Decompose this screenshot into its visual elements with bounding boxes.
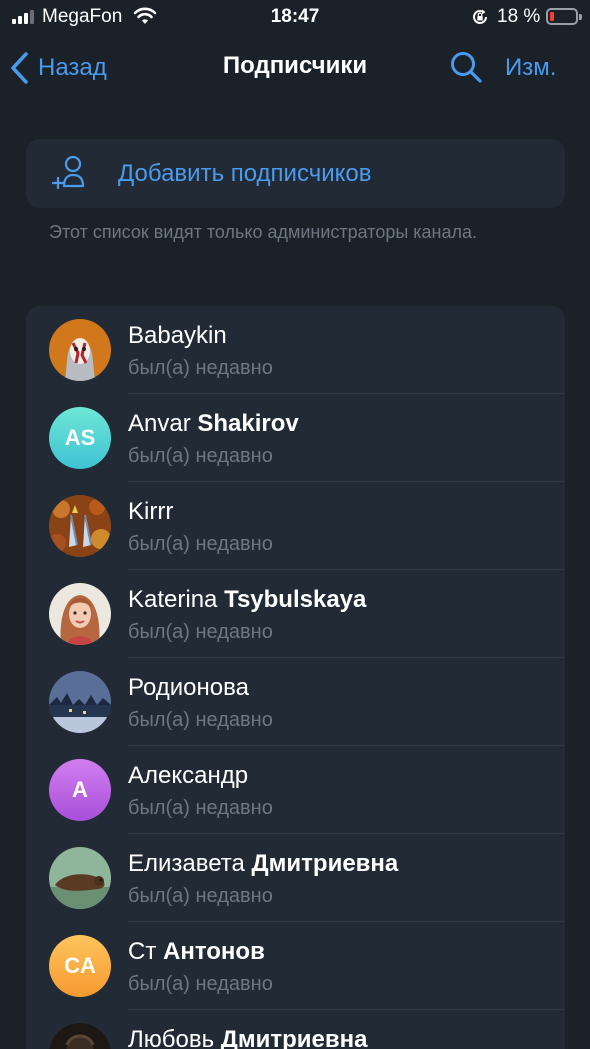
subscriber-name: Anvar Shakirov xyxy=(128,410,299,437)
avatar: AS xyxy=(49,407,111,469)
subscriber-status: был(а) недавно xyxy=(128,357,273,379)
subscriber-name: Babaykin xyxy=(128,322,227,349)
add-user-icon xyxy=(52,155,85,190)
subscriber-status: был(а) недавно xyxy=(128,445,273,467)
subscriber-status: был(а) недавно xyxy=(128,709,273,731)
avatar xyxy=(49,847,111,909)
avatar xyxy=(49,495,111,557)
nav-bar: Назад Подписчики Изм. xyxy=(0,40,590,96)
page-title: Подписчики xyxy=(222,52,368,79)
avatar: CA xyxy=(49,935,111,997)
subscriber-status: был(а) недавно xyxy=(128,973,273,995)
subscriber-name: Родионова xyxy=(128,674,249,701)
status-bar: MegaFon 18:47 18 % xyxy=(0,0,590,34)
avatar xyxy=(49,583,111,645)
subscriber-name: Katerina Tsybulskaya xyxy=(128,586,367,613)
rotation-lock-icon xyxy=(473,9,487,24)
subscriber-name: Kirrr xyxy=(128,498,174,525)
edit-button[interactable]: Изм. xyxy=(505,54,556,82)
subscriber-name: Елизавета Дмитриевна xyxy=(128,850,399,877)
subscriber-name: Ст Антонов xyxy=(128,938,265,965)
avatar xyxy=(49,671,111,733)
add-subscribers-button[interactable]: Добавить подписчиков xyxy=(26,139,565,208)
avatar xyxy=(49,1023,111,1049)
admin-only-note: Этот список видят только администраторы … xyxy=(49,222,478,242)
subscriber-row[interactable]: Babaykin был(а) недавно xyxy=(26,306,565,394)
battery-percent: 18 % xyxy=(497,6,541,27)
subscriber-name: Александр xyxy=(128,762,249,789)
subscriber-row[interactable]: Родионова был(а) недавно xyxy=(26,658,565,746)
subscriber-name: Любовь Дмитриевна xyxy=(128,1026,368,1049)
subscriber-row[interactable]: Katerina Tsybulskaya был(а) недавно xyxy=(26,570,565,658)
subscriber-status: был(а) недавно xyxy=(128,885,273,907)
subscriber-row[interactable]: Kirrr был(а) недавно xyxy=(26,482,565,570)
subscriber-row[interactable]: A Александр был(а) недавно xyxy=(26,746,565,834)
subscriber-row[interactable]: Елизавета Дмитриевна был(а) недавно xyxy=(26,834,565,922)
add-subscribers-label: Добавить подписчиков xyxy=(118,160,372,187)
subscribers-list: Babaykin был(а) недавно AS Anvar Shakiro… xyxy=(26,306,565,1049)
subscriber-row[interactable]: CA Ст Антонов был(а) недавно xyxy=(26,922,565,1010)
subscriber-row[interactable]: Любовь Дмитриевна xyxy=(26,1010,565,1049)
battery-icon xyxy=(546,8,582,25)
subscribers-screen: MegaFon 18:47 18 % Назад Подписчики Изм.… xyxy=(0,0,590,1049)
subscriber-status: был(а) недавно xyxy=(128,797,273,819)
battery-level xyxy=(550,12,554,21)
subscriber-status: был(а) недавно xyxy=(128,533,273,555)
subscriber-status: был(а) недавно xyxy=(128,621,273,643)
avatar: A xyxy=(49,759,111,821)
avatar xyxy=(49,319,111,381)
subscriber-row[interactable]: AS Anvar Shakirov был(а) недавно xyxy=(26,394,565,482)
search-icon[interactable] xyxy=(449,50,483,84)
